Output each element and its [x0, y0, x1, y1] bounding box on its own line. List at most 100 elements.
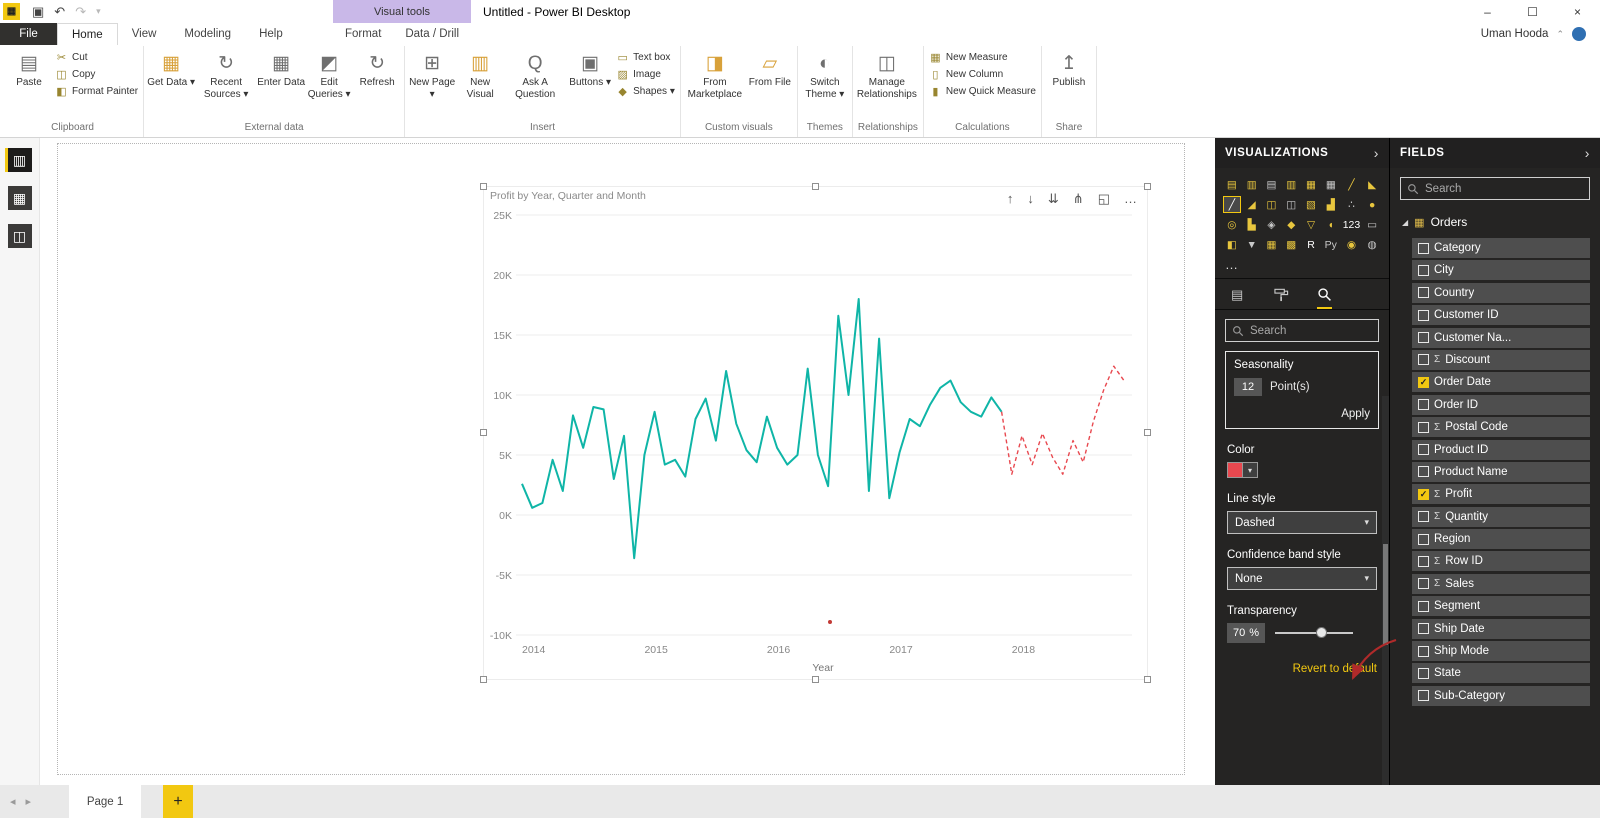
- data-view-button[interactable]: ▦: [7, 186, 32, 210]
- copy-button[interactable]: ◫ Copy: [55, 68, 138, 81]
- manage-relationships-button[interactable]: ◫ Manage Relationships: [856, 46, 918, 100]
- viz-line-and-clustered-column-chart-icon[interactable]: ◫: [1282, 196, 1300, 213]
- viz-stacked-column-chart-icon[interactable]: ▥: [1243, 176, 1261, 193]
- field-checkbox[interactable]: [1418, 242, 1429, 254]
- switch-theme-button[interactable]: ◐ Switch Theme ▾: [801, 46, 849, 100]
- field-customer-id[interactable]: Customer ID: [1412, 305, 1590, 326]
- buttons-button[interactable]: ▣ Buttons ▾: [566, 46, 614, 89]
- viz-funnel-icon[interactable]: ▽: [1302, 216, 1320, 233]
- profit-line[interactable]: [521, 298, 1003, 560]
- new-page-button[interactable]: ⊞ New Page ▾: [408, 46, 456, 100]
- field-checkbox[interactable]: [1418, 287, 1429, 299]
- collapse-panel-icon[interactable]: ›: [1374, 145, 1379, 161]
- field-checkbox[interactable]: [1418, 332, 1429, 344]
- new-page-button[interactable]: +: [163, 785, 194, 818]
- viz-clustered-bar-chart-icon[interactable]: ▤: [1263, 176, 1281, 193]
- revert-to-default-link[interactable]: Revert to default: [1215, 663, 1377, 675]
- viz-r-script-visual-icon[interactable]: R: [1302, 236, 1320, 253]
- field-postal-code[interactable]: Σ Postal Code: [1412, 417, 1590, 438]
- line-style-dropdown[interactable]: Dashed ▾: [1227, 511, 1377, 534]
- save-icon[interactable]: ▣: [32, 4, 44, 20]
- tab-data-drill[interactable]: Data / Drill: [405, 28, 459, 40]
- field-checkbox[interactable]: [1418, 264, 1429, 276]
- publish-button[interactable]: ↥ Publish: [1045, 46, 1093, 89]
- paste-button[interactable]: ▤ Paste: [5, 46, 53, 89]
- redo-icon[interactable]: ↷: [75, 4, 86, 20]
- maximize-button[interactable]: ☐: [1510, 0, 1555, 23]
- field-sales[interactable]: Σ Sales: [1412, 573, 1590, 594]
- viz-stacked-area-chart-icon[interactable]: ◢: [1243, 196, 1261, 213]
- field-checkbox[interactable]: [1418, 578, 1429, 590]
- undo-icon[interactable]: ↶: [54, 4, 65, 20]
- viz-python-visual-icon[interactable]: Py: [1322, 236, 1340, 253]
- new-quick-measure-button[interactable]: ▮ New Quick Measure: [929, 85, 1036, 98]
- viz-scatter-chart-icon[interactable]: ∴: [1342, 196, 1362, 213]
- minimize-button[interactable]: –: [1465, 0, 1510, 23]
- get-data-button[interactable]: ▦ Get Data ▾: [147, 46, 195, 89]
- expander-icon[interactable]: ◢: [1402, 218, 1408, 227]
- ask-a-question-button[interactable]: Q Ask A Question: [504, 46, 566, 100]
- field-ship-mode[interactable]: Ship Mode: [1412, 641, 1590, 662]
- transparency-input[interactable]: 70 %: [1227, 623, 1265, 643]
- field-state[interactable]: State: [1412, 663, 1590, 684]
- viz-card-icon[interactable]: 123: [1342, 216, 1362, 233]
- ribbon-collapse-icon[interactable]: ⌃: [1556, 29, 1564, 40]
- visualizations-scrollbar[interactable]: [1382, 396, 1389, 785]
- viz-100-stacked-column-chart-icon[interactable]: ▦: [1322, 176, 1340, 193]
- field-checkbox[interactable]: [1418, 354, 1429, 366]
- close-button[interactable]: ×: [1555, 0, 1600, 23]
- field-checkbox[interactable]: [1418, 623, 1429, 635]
- viz-area-chart-icon[interactable]: ◣: [1363, 176, 1381, 193]
- page-1-tab[interactable]: Page 1: [69, 785, 142, 818]
- viz-ribbon-chart-icon[interactable]: ▧: [1302, 196, 1320, 213]
- field-checkbox[interactable]: [1418, 466, 1429, 478]
- viz-matrix-icon[interactable]: ▩: [1282, 236, 1300, 253]
- viz-kpi-icon[interactable]: ◧: [1223, 236, 1241, 253]
- color-dropdown-caret-icon[interactable]: ▾: [1243, 462, 1258, 478]
- tab-view[interactable]: View: [118, 23, 171, 45]
- report-view-button[interactable]: ▥: [7, 148, 32, 172]
- model-view-button[interactable]: ◫: [7, 224, 32, 248]
- image-button[interactable]: ▨ Image: [616, 68, 675, 81]
- signed-in-user[interactable]: Uman Hooda: [1481, 28, 1549, 40]
- report-canvas[interactable]: Profit by Year, Quarter and Month ↑ ↓ ⇊ ⋔ ◱……: [40, 138, 1215, 785]
- field-city[interactable]: City: [1412, 260, 1590, 281]
- viz-gauge-icon[interactable]: ◖: [1322, 216, 1340, 233]
- viz-slicer-icon[interactable]: ▼: [1243, 236, 1261, 253]
- field-product-name[interactable]: Product Name: [1412, 461, 1590, 482]
- recent-sources-button[interactable]: ↻ Recent Sources ▾: [195, 46, 257, 100]
- analytics-pane-tab[interactable]: [1317, 287, 1332, 309]
- field-row-id[interactable]: Σ Row ID: [1412, 551, 1590, 572]
- field-region[interactable]: Region: [1412, 529, 1590, 550]
- field-checkbox[interactable]: [1418, 511, 1429, 523]
- field-checkbox[interactable]: ✓: [1418, 376, 1429, 388]
- field-checkbox[interactable]: [1418, 399, 1429, 411]
- cut-button[interactable]: ✂ Cut: [55, 51, 138, 64]
- field-checkbox[interactable]: [1418, 533, 1429, 545]
- from-marketplace-button[interactable]: ◨ From Marketplace: [684, 46, 746, 100]
- viz-100-stacked-bar-chart-icon[interactable]: ▦: [1302, 176, 1320, 193]
- field-customer-na[interactable]: Customer Na...: [1412, 327, 1590, 348]
- field-sub-category[interactable]: Sub-Category: [1412, 685, 1590, 706]
- field-checkbox[interactable]: [1418, 645, 1429, 657]
- apply-button[interactable]: Apply: [1234, 408, 1370, 420]
- new-measure-button[interactable]: ▦ New Measure: [929, 51, 1036, 64]
- enter-data-button[interactable]: ▦ Enter Data: [257, 46, 305, 89]
- fields-search-input[interactable]: Search: [1400, 177, 1590, 200]
- viz-treemap-icon[interactable]: ▙: [1243, 216, 1261, 233]
- shapes-button[interactable]: ◆ Shapes ▾: [616, 85, 674, 98]
- resize-handle[interactable]: [811, 183, 819, 190]
- viz-line-chart-icon[interactable]: ╱: [1342, 176, 1362, 193]
- field-order-id[interactable]: Order ID: [1412, 394, 1590, 415]
- tab-format[interactable]: Format: [345, 28, 381, 40]
- text-box-button[interactable]: ▭ Text box: [616, 51, 675, 64]
- previous-page-icon[interactable]: ◂: [10, 795, 16, 808]
- viz-stacked-bar-chart-icon[interactable]: ▤: [1223, 176, 1241, 193]
- viz-line-and-stacked-column-chart-icon[interactable]: ◫: [1263, 196, 1281, 213]
- format-painter-button[interactable]: ◧ Format Painter: [55, 85, 138, 98]
- line-chart-visual[interactable]: Profit by Year, Quarter and Month ↑ ↓ ⇊ ⋔ ◱……: [480, 183, 1151, 683]
- field-checkbox[interactable]: [1418, 555, 1429, 567]
- fields-pane-tab[interactable]: ▤: [1231, 287, 1246, 309]
- resize-handle[interactable]: [480, 183, 487, 190]
- new-column-button[interactable]: ▯ New Column: [929, 68, 1036, 81]
